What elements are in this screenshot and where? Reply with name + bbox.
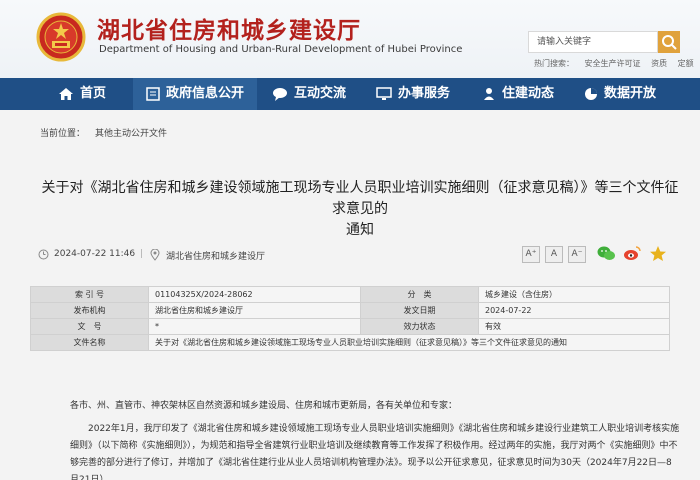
article-meta: 2024-07-22 11:46 | 湖北省住房和城乡建设厅 A⁺ A A⁻: [30, 240, 670, 270]
search-icon: [662, 35, 677, 50]
search-input[interactable]: 请输入关键字: [528, 31, 658, 53]
article-title: 关于对《湖北省住房和城乡建设领域施工现场专业人员职业培训实施细则（征求意见稿）》…: [40, 178, 680, 241]
meta-separator: |: [140, 249, 144, 259]
wechat-share-icon[interactable]: [597, 245, 616, 262]
main-nav: 首页 政府信息公开 互动交流 办事服务 住建动态 数据开放: [0, 78, 700, 110]
breadcrumb: 当前位置： 其他主动公开文件: [40, 126, 167, 139]
monitor-icon: [376, 86, 392, 100]
article-body: 各市、州、直管市、神农架林区自然资源和城乡建设局、住房和城市更新局，各有关单位和…: [70, 398, 680, 480]
info-value: 关于对《湖北省住房和城乡建设领域施工现场专业人员职业培训实施细则（征求意见稿）》…: [148, 334, 670, 351]
info-value: 01104325X/2024-28062: [148, 286, 361, 303]
hot-search-links: 热门搜索： 安全生产许可证 资质 定额: [534, 58, 700, 69]
info-value: 2024-07-22: [478, 302, 670, 319]
salutation: 各市、州、直管市、神农架林区自然资源和城乡建设局、住房和城市更新局，各有关单位和…: [70, 401, 458, 411]
nav-label-interaction: 互动交流: [294, 86, 347, 101]
info-key: 发布机构: [30, 302, 149, 319]
publish-date: 2024-07-22 11:46: [54, 249, 136, 259]
document-info-table: 索 引 号 01104325X/2024-28062 分 类 城乡建设（含住房）…: [30, 286, 670, 351]
hot-link-quota[interactable]: 定额: [678, 59, 694, 68]
national-emblem-icon: [36, 12, 86, 62]
nav-item-news[interactable]: 住建动态: [482, 78, 582, 110]
table-row: 文 号 * 效力状态 有效: [30, 318, 670, 335]
table-row: 发布机构 湖北省住房和城乡建设厅 发文日期 2024-07-22: [30, 302, 670, 319]
article-title-line1: 关于对《湖北省住房和城乡建设领域施工现场专业人员职业培训实施细则（征求意见稿）》…: [41, 180, 679, 217]
hot-link-qualification[interactable]: 资质: [651, 59, 667, 68]
chat-bubble-icon: [273, 87, 287, 101]
info-key: 分 类: [360, 286, 479, 303]
nav-item-gov-info[interactable]: 政府信息公开: [133, 78, 257, 110]
weibo-share-icon[interactable]: [623, 245, 642, 262]
article-title-line2: 通知: [346, 222, 374, 238]
location-pin-icon: [150, 249, 160, 261]
nav-item-open-data[interactable]: 数据开放: [584, 78, 684, 110]
site-header: 湖北省住房和城乡建设厅 Department of Housing and Ur…: [0, 0, 700, 78]
info-value: 有效: [478, 318, 670, 335]
info-value: 湖北省住房和城乡建设厅: [148, 302, 361, 319]
info-key: 发文日期: [360, 302, 479, 319]
document-icon: [146, 86, 160, 101]
nav-label-services: 办事服务: [398, 86, 451, 101]
nav-item-home[interactable]: 首页: [50, 78, 130, 110]
table-row: 文件名称 关于对《湖北省住房和城乡建设领域施工现场专业人员职业培训实施细则（征求…: [30, 334, 670, 351]
body-paragraph: 2022年1月，我厅印发了《湖北省住房和城乡建设领域施工现场专业人员职业培训实施…: [70, 424, 680, 480]
hot-search-label: 热门搜索：: [534, 59, 574, 68]
nav-item-interaction[interactable]: 互动交流: [272, 78, 372, 110]
nav-label-news: 住建动态: [502, 86, 555, 101]
info-key: 效力状态: [360, 318, 479, 335]
table-row: 索 引 号 01104325X/2024-28062 分 类 城乡建设（含住房）: [30, 286, 670, 303]
pie-chart-icon: [585, 87, 597, 100]
site-title[interactable]: 湖北省住房和城乡建设厅: [97, 11, 361, 45]
font-size-decrease-button[interactable]: A⁻: [568, 246, 586, 263]
info-key: 索 引 号: [30, 286, 149, 303]
info-key: 文 号: [30, 318, 149, 335]
search-button[interactable]: [658, 31, 680, 53]
breadcrumb-current[interactable]: 其他主动公开文件: [95, 129, 167, 139]
person-icon: [484, 87, 494, 100]
nav-label-gov-info: 政府信息公开: [166, 86, 245, 101]
clock-icon: [38, 249, 49, 260]
nav-item-services[interactable]: 办事服务: [376, 78, 476, 110]
nav-label-home: 首页: [80, 86, 107, 101]
font-size-normal-button[interactable]: A: [545, 246, 563, 263]
info-value: *: [148, 318, 361, 335]
site-subtitle: Department of Housing and Urban-Rural De…: [99, 44, 463, 55]
favorite-star-icon[interactable]: [649, 245, 667, 262]
info-value: 城乡建设（含住房）: [478, 286, 670, 303]
hot-link-license[interactable]: 安全生产许可证: [585, 59, 641, 68]
home-icon: [59, 87, 73, 100]
nav-label-open-data: 数据开放: [604, 86, 657, 101]
info-key: 文件名称: [30, 334, 149, 351]
breadcrumb-label: 当前位置：: [40, 129, 86, 139]
article-source: 湖北省住房和城乡建设厅: [166, 252, 266, 262]
font-size-increase-button[interactable]: A⁺: [522, 246, 540, 263]
